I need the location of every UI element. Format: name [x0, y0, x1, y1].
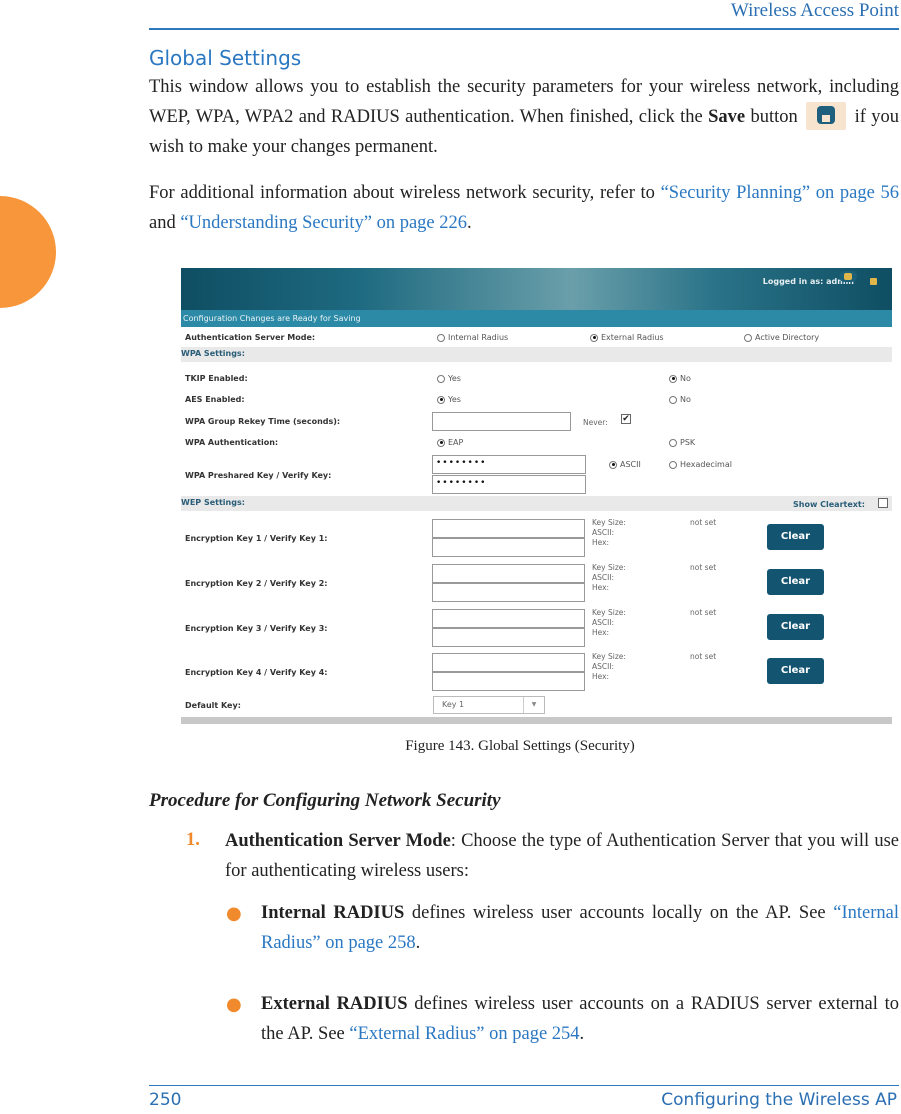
save-config-icon[interactable] — [839, 271, 857, 282]
ref-text: For additional information about wireles… — [149, 183, 661, 203]
figure-bottom-bar — [181, 717, 892, 724]
procedure-title: Procedure for Configuring Network Securi… — [149, 790, 501, 811]
reference-paragraph: For additional information about wireles… — [149, 178, 899, 238]
enc-verify-input[interactable] — [432, 672, 585, 691]
radio-eap[interactable]: EAP — [437, 438, 463, 447]
enc-key-label: Encryption Key 4 / Verify Key 4: — [185, 668, 328, 677]
bullet-external-radius: External RADIUS defines wireless user ac… — [261, 994, 899, 1044]
enc-verify-input[interactable] — [432, 628, 585, 647]
radio-tkip-no[interactable]: No — [669, 374, 691, 383]
bullet-internal-radius: Internal RADIUS defines wireless user ac… — [261, 903, 899, 953]
default-key-select[interactable]: Key 1 ▼ — [433, 696, 545, 714]
footer-rule — [149, 1085, 899, 1086]
tkip-label: TKIP Enabled: — [185, 374, 248, 383]
running-header: Wireless Access Point — [730, 0, 899, 21]
enc-key-label: Encryption Key 1 / Verify Key 1: — [185, 534, 328, 543]
rekey-input[interactable] — [432, 412, 571, 431]
radio-ascii[interactable]: ASCII — [609, 460, 641, 469]
header-rule — [149, 28, 899, 30]
psk-input[interactable]: •••••••• — [432, 455, 586, 474]
enc-key-input[interactable] — [432, 609, 585, 628]
key-size-value: not set — [690, 652, 717, 661]
save-term: Save — [708, 107, 746, 127]
section-title: Global Settings — [149, 46, 302, 70]
key-size-value: not set — [690, 518, 717, 527]
psk-label: WPA Preshared Key / Verify Key: — [185, 471, 332, 480]
clear-key-3-button[interactable]: Clear — [767, 614, 824, 640]
wep-section-header: WEP Settings: — [181, 496, 892, 511]
enc-key-input[interactable] — [432, 653, 585, 672]
clear-key-2-button[interactable]: Clear — [767, 569, 824, 595]
logout-icon[interactable] — [870, 278, 877, 285]
rekey-label: WPA Group Rekey Time (seconds): — [185, 417, 341, 426]
app-banner — [181, 268, 892, 310]
key-size-value: not set — [690, 608, 717, 617]
bullet-icon: ● — [226, 994, 242, 1015]
chapter-tab-marker — [0, 196, 56, 308]
wpa-auth-label: WPA Authentication: — [185, 438, 279, 447]
enc-key-label: Encryption Key 2 / Verify Key 2: — [185, 579, 328, 588]
key-size-value: not set — [690, 563, 717, 572]
show-cleartext-label: Show Cleartext: — [793, 500, 865, 509]
key-info: Key Size: ASCII: Hex: — [592, 518, 626, 547]
bullet-icon: ● — [226, 903, 242, 924]
link-security-planning[interactable]: “Security Planning” on page 56 — [661, 183, 899, 203]
psk-verify-input[interactable]: •••••••• — [432, 475, 586, 494]
default-key-value: Key 1 — [442, 700, 465, 709]
key-info: Key Size: ASCII: Hex: — [592, 563, 626, 592]
radio-aes-no[interactable]: No — [669, 395, 691, 404]
auth-mode-label: Authentication Server Mode: — [185, 333, 316, 342]
page-number: 250 — [149, 1090, 182, 1110]
intro-text: button — [745, 107, 798, 127]
enc-key-input[interactable] — [432, 519, 585, 538]
radio-hexadecimal[interactable]: Hexadecimal — [669, 460, 732, 469]
step-1-text: Authentication Server Mode: Choose the t… — [225, 826, 899, 886]
show-cleartext-checkbox[interactable] — [878, 498, 888, 508]
enc-verify-input[interactable] — [432, 538, 585, 557]
ref-text: . — [467, 213, 472, 233]
radio-tkip-yes[interactable]: Yes — [437, 374, 461, 383]
enc-verify-input[interactable] — [432, 583, 585, 602]
radio-psk[interactable]: PSK — [669, 438, 695, 447]
wpa-section-header: WPA Settings: — [181, 347, 892, 362]
intro-paragraph: This window allows you to establish the … — [149, 72, 899, 162]
enc-key-input[interactable] — [432, 564, 585, 583]
radio-external-radius[interactable]: External Radius — [590, 333, 664, 342]
radio-internal-radius[interactable]: Internal Radius — [437, 333, 508, 342]
ref-text: and — [149, 213, 181, 233]
radio-active-directory[interactable]: Active Directory — [744, 333, 819, 342]
chevron-down-icon[interactable]: ▼ — [523, 697, 544, 713]
figure-caption: Figure 143. Global Settings (Security) — [405, 738, 635, 754]
save-icon — [806, 102, 847, 130]
link-understanding-security[interactable]: “Understanding Security” on page 226 — [180, 213, 467, 233]
radio-aes-yes[interactable]: Yes — [437, 395, 461, 404]
chapter-title: Configuring the Wireless AP — [661, 1090, 897, 1110]
default-key-label: Default Key: — [185, 701, 241, 710]
ready-for-saving-bar: Configuration Changes are Ready for Savi… — [181, 310, 892, 327]
clear-key-4-button[interactable]: Clear — [767, 658, 824, 684]
security-settings-screenshot: Logged in as: admin Configuration Change… — [181, 268, 892, 724]
never-checkbox[interactable]: ✔ — [621, 414, 631, 424]
enc-key-label: Encryption Key 3 / Verify Key 3: — [185, 624, 328, 633]
key-info: Key Size: ASCII: Hex: — [592, 608, 626, 637]
step-number: 1. — [186, 830, 200, 850]
key-info: Key Size: ASCII: Hex: — [592, 652, 626, 681]
link-external-radius[interactable]: “External Radius” on page 254 — [349, 1024, 579, 1044]
never-label: Never: — [583, 418, 608, 427]
aes-label: AES Enabled: — [185, 395, 245, 404]
step-term: Authentication Server Mode — [225, 831, 451, 851]
clear-key-1-button[interactable]: Clear — [767, 524, 824, 550]
